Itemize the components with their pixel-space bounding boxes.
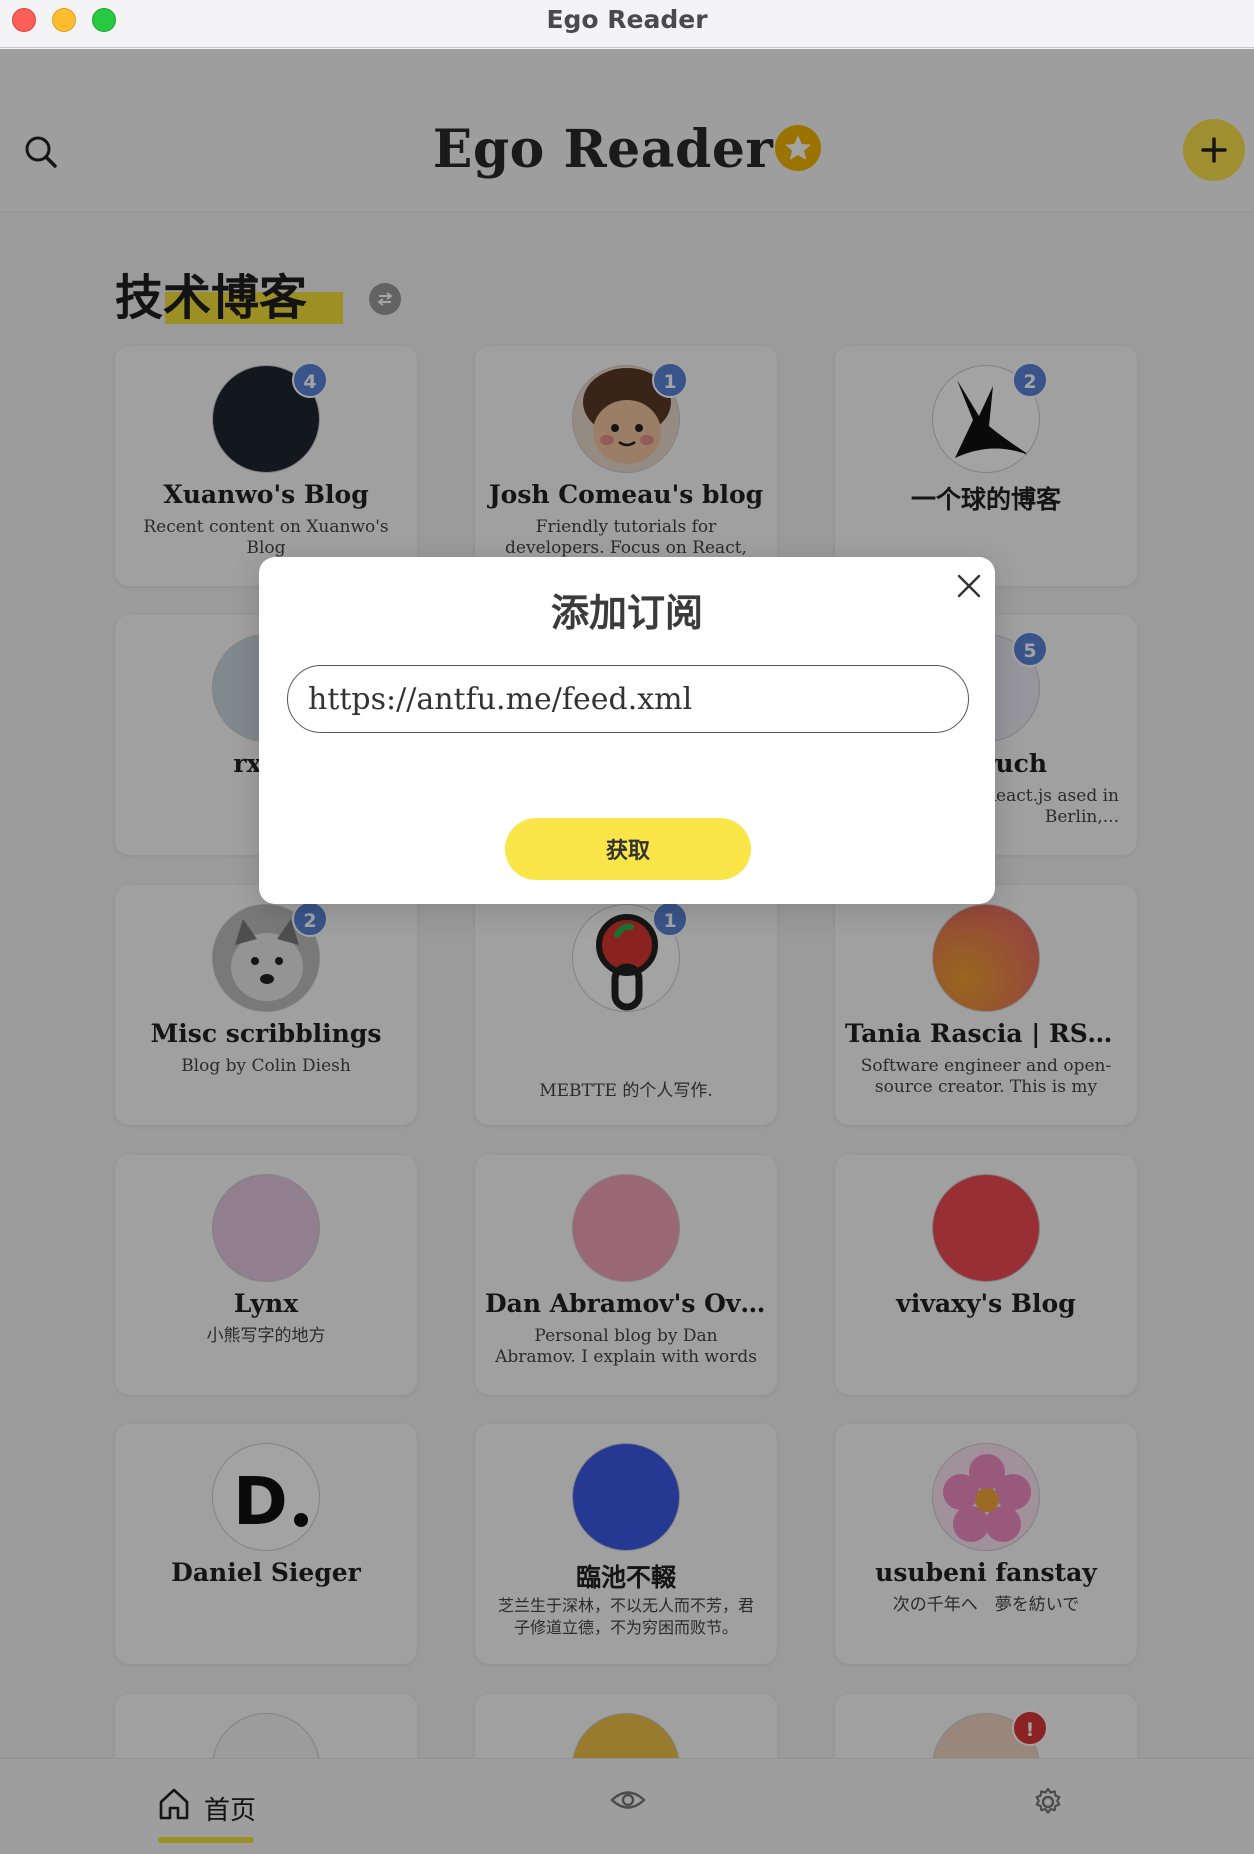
feed-url-input[interactable] (287, 665, 969, 733)
modal-backdrop[interactable] (0, 49, 1254, 1854)
close-icon[interactable] (954, 571, 984, 601)
add-subscription-dialog: 添加订阅 获取 (259, 557, 995, 904)
dialog-title: 添加订阅 (550, 591, 703, 635)
window-title: Ego Reader (546, 5, 708, 34)
window-titlebar: Ego Reader (0, 0, 1254, 48)
fetch-button[interactable]: 获取 (505, 818, 751, 880)
